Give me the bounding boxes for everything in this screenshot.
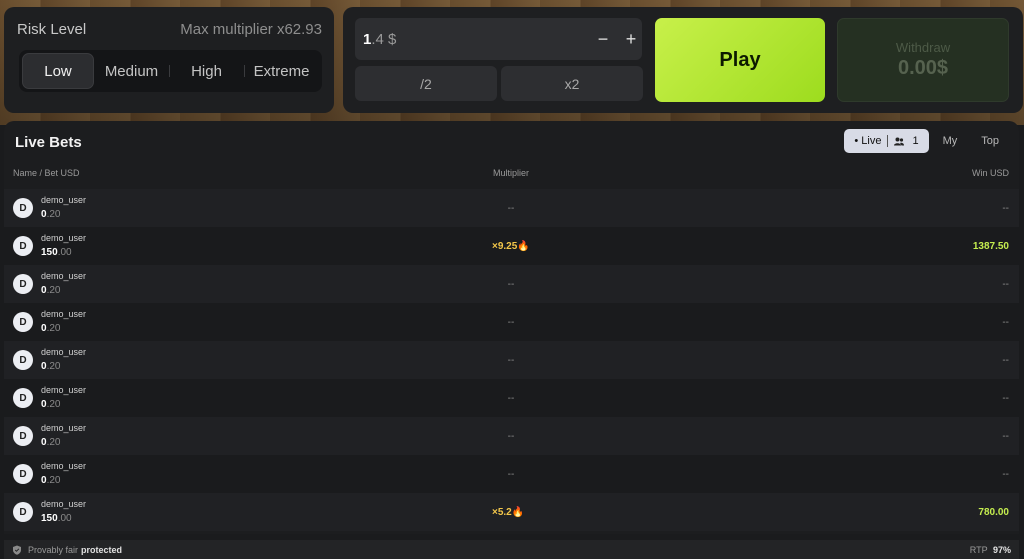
avatar: D — [13, 388, 33, 408]
avatar: D — [13, 274, 33, 294]
bet-amount: 0.20 — [41, 437, 61, 448]
provably-fair-label[interactable]: Provably fair — [28, 545, 78, 555]
bet-multiplier: -- — [507, 468, 515, 480]
table-row: Ddemo_user 150.00 ×9.25🔥 1387.50 — [4, 227, 1019, 265]
filter-divider — [887, 135, 889, 147]
live-users-count: 1 — [912, 135, 919, 147]
bet-username: demo_user — [41, 423, 87, 433]
table-row: Ddemo_user 0.20 -- -- — [4, 379, 1019, 417]
bet-username: demo_user — [41, 309, 87, 319]
bet-amount: 150.00 — [41, 513, 72, 524]
double-bet-button[interactable]: x2 — [501, 66, 643, 101]
table-row: Ddemo_user 0.20 -- -- — [4, 455, 1019, 493]
bet-amount: 0.20 — [41, 361, 61, 372]
table-row: Ddemo_user 0.20 -- -- — [4, 265, 1019, 303]
bet-amount: 0.20 — [41, 323, 61, 334]
shield-icon — [13, 545, 21, 555]
bet-multiplier: -- — [507, 316, 515, 328]
bet-win-amount: -- — [1002, 278, 1009, 290]
bet-amount: 0.20 — [41, 399, 61, 410]
bet-multiplier: -- — [507, 202, 515, 214]
bet-win-amount: -- — [1002, 468, 1009, 480]
footer-bar: Provably fair protected RTP 97% — [4, 540, 1019, 559]
bet-username: demo_user — [41, 347, 87, 357]
bet-username: demo_user — [41, 461, 87, 471]
live-bets-panel: Live Bets • Live 1 My Top Name / Bet USD… — [4, 121, 1019, 534]
bet-amount: 0.20 — [41, 475, 61, 486]
bets-table-body: Ddemo_user 0.20 -- -- Ddemo_user 150.00 ×9.25🔥… — [4, 189, 1019, 531]
risk-tab-high[interactable]: High — [169, 53, 244, 89]
bet-amount: 0.20 — [41, 209, 61, 220]
bet-win-amount: 780.00 — [978, 506, 1009, 518]
bet-username: demo_user — [41, 233, 87, 243]
avatar: D — [13, 426, 33, 446]
live-dot-icon: • — [854, 135, 859, 147]
bet-win-amount: -- — [1002, 430, 1009, 442]
bet-username: demo_user — [41, 385, 87, 395]
users-icon — [894, 137, 905, 145]
avatar: D — [13, 312, 33, 332]
bet-username: demo_user — [41, 499, 87, 509]
column-header-name: Name / Bet USD — [13, 168, 80, 178]
bet-amount: 150.00 — [41, 247, 72, 258]
filter-live-label: Live — [861, 135, 882, 147]
bets-filter-tabs: • Live 1 My Top — [844, 129, 1009, 153]
filter-my-tab[interactable]: My — [933, 129, 968, 153]
bet-multiplier: -- — [507, 278, 515, 290]
bet-win-amount: -- — [1002, 354, 1009, 366]
bet-win-amount: 1387.50 — [972, 240, 1009, 252]
bet-multiplier: -- — [507, 392, 515, 404]
table-row: Ddemo_user 0.20 -- -- — [4, 341, 1019, 379]
risk-level-selector: Low Medium High Extreme — [19, 50, 322, 92]
rtp-value: 97% — [992, 544, 1011, 555]
avatar: D — [13, 464, 33, 484]
withdraw-label: Withdraw — [895, 40, 951, 55]
withdraw-button[interactable]: Withdraw 0.00$ — [837, 18, 1009, 102]
risk-tab-low[interactable]: Low — [22, 53, 94, 89]
filter-top-tab[interactable]: Top — [971, 129, 1009, 153]
bet-win-amount: -- — [1002, 202, 1009, 214]
table-row: Ddemo_user 0.20 -- -- — [4, 189, 1019, 227]
table-row: Ddemo_user 0.20 -- -- — [4, 417, 1019, 455]
avatar: D — [13, 502, 33, 522]
risk-tab-medium[interactable]: Medium — [94, 53, 169, 89]
halve-bet-button[interactable]: /2 — [355, 66, 497, 101]
bet-username: demo_user — [41, 271, 87, 281]
table-row: Ddemo_user 150.00 ×5.2🔥 780.00 — [4, 493, 1019, 531]
protected-label: protected — [81, 544, 123, 555]
avatar: D — [13, 198, 33, 218]
risk-level-panel: Risk Level Max multiplier x62.93 Low Med… — [4, 7, 334, 113]
table-row: Ddemo_user 0.20 -- -- — [4, 303, 1019, 341]
bet-multiplier: ×5.2🔥 — [492, 506, 525, 518]
bet-multiplier: ×9.25🔥 — [492, 240, 530, 252]
avatar: D — [13, 350, 33, 370]
column-header-win: Win USD — [971, 168, 1009, 178]
column-header-multiplier: Multiplier — [493, 168, 530, 178]
filter-live-tab[interactable]: • Live 1 — [844, 129, 929, 153]
risk-tab-extreme[interactable]: Extreme — [244, 53, 319, 89]
bet-amount-value: 1.4 $ — [363, 30, 397, 48]
bet-amount: 0.20 — [41, 285, 61, 296]
rtp-label: RTP — [969, 544, 988, 555]
risk-level-title: Risk Level — [17, 21, 87, 38]
max-multiplier-label: Max multiplier x62.93 — [180, 21, 322, 38]
withdraw-amount: 0.00$ — [897, 57, 949, 79]
bet-amount-input[interactable]: 1.4 $ − + — [355, 18, 642, 60]
play-button[interactable]: Play — [655, 18, 825, 102]
decrease-bet-button[interactable]: − — [589, 18, 617, 60]
bet-panel: 1.4 $ − + /2 x2 Play Withdraw 0.00$ — [343, 7, 1023, 113]
bet-win-amount: -- — [1002, 316, 1009, 328]
bet-win-amount: -- — [1002, 392, 1009, 404]
bet-username: demo_user — [41, 195, 87, 205]
live-bets-title: Live Bets — [15, 134, 82, 151]
avatar: D — [13, 236, 33, 256]
bet-multiplier: -- — [507, 430, 515, 442]
bet-multiplier: -- — [507, 354, 515, 366]
increase-bet-button[interactable]: + — [617, 18, 645, 60]
rtp-indicator: RTP 97% — [970, 545, 1011, 555]
